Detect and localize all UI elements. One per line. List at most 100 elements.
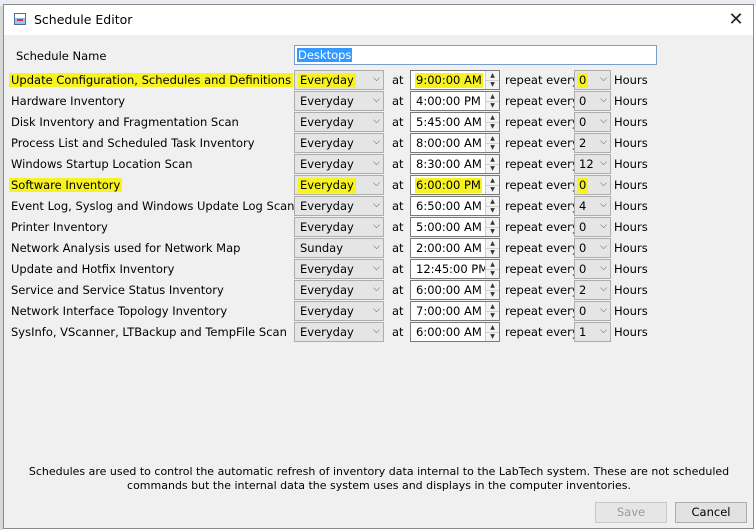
- repeat-every-label: repeat every: [505, 136, 579, 150]
- hours-label: Hours: [614, 304, 648, 318]
- repeat-every-label: repeat every: [505, 115, 579, 129]
- time-picker[interactable]: 5:00:00 AM ▲ ▼: [410, 217, 500, 237]
- schedule-row-name: Update Configuration, Schedules and Defi…: [9, 73, 294, 87]
- time-picker[interactable]: 12:45:00 PM ▲ ▼: [410, 259, 500, 279]
- schedule-editor-dialog: Schedule Editor ✕ Schedule Name Desktops…: [3, 4, 754, 529]
- at-label: at: [392, 262, 404, 276]
- day-select[interactable]: Everyday ⌵: [294, 154, 384, 174]
- time-picker[interactable]: 4:00:00 PM ▲ ▼: [410, 91, 500, 111]
- day-select-value: Everyday: [300, 283, 354, 297]
- time-picker[interactable]: 5:45:00 AM ▲ ▼: [410, 112, 500, 132]
- day-select-value: Everyday: [300, 304, 354, 318]
- chevron-down-icon: ⌵: [373, 179, 380, 189]
- day-select-value: Everyday: [300, 157, 354, 171]
- repeat-hours-select[interactable]: 12 ⌵: [574, 154, 611, 174]
- schedule-row-label: Update Configuration, Schedules and Defi…: [9, 72, 294, 88]
- schedule-row-name: Update and Hotfix Inventory: [11, 262, 175, 276]
- time-picker[interactable]: 8:00:00 AM ▲ ▼: [410, 133, 500, 153]
- time-spinner[interactable]: ▲ ▼: [485, 71, 499, 89]
- repeat-hours-select[interactable]: 0 ⌵: [574, 217, 611, 237]
- time-spinner[interactable]: ▲ ▼: [485, 302, 499, 320]
- schedule-name-input[interactable]: Desktops: [294, 45, 657, 65]
- time-spinner[interactable]: ▲ ▼: [485, 260, 499, 278]
- spin-down-icon[interactable]: ▼: [486, 80, 499, 89]
- spin-down-icon[interactable]: ▼: [486, 122, 499, 131]
- hours-label: Hours: [614, 220, 648, 234]
- time-picker[interactable]: 7:00:00 AM ▲ ▼: [410, 301, 500, 321]
- time-spinner[interactable]: ▲ ▼: [485, 134, 499, 152]
- time-picker[interactable]: 8:30:00 AM ▲ ▼: [410, 154, 500, 174]
- repeat-hours-select[interactable]: 0 ⌵: [574, 259, 611, 279]
- day-select[interactable]: Everyday ⌵: [294, 175, 384, 195]
- day-select[interactable]: Everyday ⌵: [294, 133, 384, 153]
- day-select-value: Everyday: [298, 178, 356, 193]
- repeat-hours-select[interactable]: 0 ⌵: [574, 91, 611, 111]
- spin-down-icon[interactable]: ▼: [486, 248, 499, 257]
- chevron-down-icon: ⌵: [600, 95, 607, 105]
- save-button[interactable]: Save: [595, 502, 667, 523]
- repeat-hours-select[interactable]: 0 ⌵: [574, 112, 611, 132]
- schedule-row-label: Software Inventory: [9, 177, 123, 193]
- hours-label: Hours: [614, 94, 648, 108]
- repeat-hours-select[interactable]: 0 ⌵: [574, 238, 611, 258]
- chevron-down-icon: ⌵: [600, 74, 607, 84]
- repeat-hours-select[interactable]: 0 ⌵: [574, 175, 611, 195]
- at-label: at: [392, 157, 404, 171]
- day-select[interactable]: Everyday ⌵: [294, 217, 384, 237]
- day-select-value: Everyday: [300, 220, 354, 234]
- close-button[interactable]: ✕: [725, 9, 747, 31]
- repeat-hours-select[interactable]: 2 ⌵: [574, 280, 611, 300]
- spin-down-icon[interactable]: ▼: [486, 227, 499, 236]
- repeat-hours-value: 0: [579, 304, 587, 318]
- time-spinner[interactable]: ▲ ▼: [485, 239, 499, 257]
- time-picker[interactable]: 9:00:00 AM ▲ ▼: [410, 70, 500, 90]
- time-picker[interactable]: 2:00:00 AM ▲ ▼: [410, 238, 500, 258]
- hours-label: Hours: [614, 241, 648, 255]
- day-select[interactable]: Everyday ⌵: [294, 259, 384, 279]
- time-spinner[interactable]: ▲ ▼: [485, 155, 499, 173]
- time-spinner[interactable]: ▲ ▼: [485, 218, 499, 236]
- repeat-hours-select[interactable]: 0 ⌵: [574, 301, 611, 321]
- cancel-button[interactable]: Cancel: [675, 502, 747, 523]
- repeat-hours-select[interactable]: 1 ⌵: [574, 322, 611, 342]
- spin-down-icon[interactable]: ▼: [486, 101, 499, 110]
- time-value: 6:00:00 PM: [415, 178, 482, 193]
- time-spinner[interactable]: ▲ ▼: [485, 323, 499, 341]
- time-picker[interactable]: 6:00:00 PM ▲ ▼: [410, 175, 500, 195]
- spin-down-icon[interactable]: ▼: [486, 290, 499, 299]
- time-picker[interactable]: 6:00:00 AM ▲ ▼: [410, 322, 500, 342]
- time-picker[interactable]: 6:00:00 AM ▲ ▼: [410, 280, 500, 300]
- spin-down-icon[interactable]: ▼: [486, 311, 499, 320]
- chevron-down-icon: ⌵: [373, 137, 380, 147]
- day-select[interactable]: Everyday ⌵: [294, 196, 384, 216]
- day-select[interactable]: Sunday ⌵: [294, 238, 384, 258]
- at-label: at: [392, 325, 404, 339]
- day-select[interactable]: Everyday ⌵: [294, 91, 384, 111]
- day-select[interactable]: Everyday ⌵: [294, 70, 384, 90]
- time-spinner[interactable]: ▲ ▼: [485, 281, 499, 299]
- time-value: 8:00:00 AM: [416, 136, 482, 150]
- spin-down-icon[interactable]: ▼: [486, 185, 499, 194]
- day-select[interactable]: Everyday ⌵: [294, 112, 384, 132]
- repeat-hours-select[interactable]: 0 ⌵: [574, 70, 611, 90]
- spin-down-icon[interactable]: ▼: [486, 143, 499, 152]
- schedule-row-name: Process List and Scheduled Task Inventor…: [11, 136, 255, 150]
- repeat-hours-select[interactable]: 2 ⌵: [574, 133, 611, 153]
- day-select[interactable]: Everyday ⌵: [294, 322, 384, 342]
- spin-down-icon[interactable]: ▼: [486, 269, 499, 278]
- spin-down-icon[interactable]: ▼: [486, 206, 499, 215]
- repeat-hours-select[interactable]: 4 ⌵: [574, 196, 611, 216]
- day-select-value: Everyday: [300, 94, 354, 108]
- spin-down-icon[interactable]: ▼: [486, 164, 499, 173]
- day-select[interactable]: Everyday ⌵: [294, 280, 384, 300]
- time-spinner[interactable]: ▲ ▼: [485, 176, 499, 194]
- day-select[interactable]: Everyday ⌵: [294, 301, 384, 321]
- repeat-every-label: repeat every: [505, 220, 579, 234]
- at-label: at: [392, 220, 404, 234]
- time-picker[interactable]: 6:50:00 AM ▲ ▼: [410, 196, 500, 216]
- time-spinner[interactable]: ▲ ▼: [485, 197, 499, 215]
- time-spinner[interactable]: ▲ ▼: [485, 92, 499, 110]
- time-spinner[interactable]: ▲ ▼: [485, 113, 499, 131]
- at-label: at: [392, 115, 404, 129]
- spin-down-icon[interactable]: ▼: [486, 332, 499, 341]
